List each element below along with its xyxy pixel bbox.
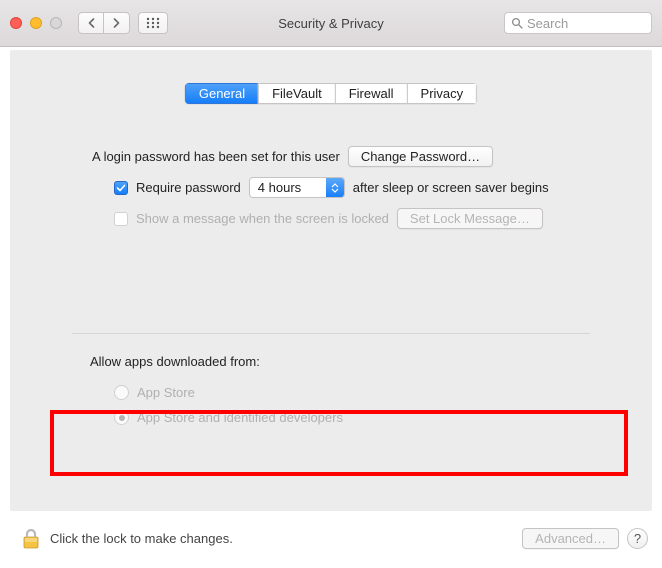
show-lock-message-checkbox	[114, 212, 128, 226]
allow-apps-option-appstore-label: App Store	[137, 385, 195, 400]
search-input[interactable]	[527, 16, 645, 31]
check-icon	[116, 183, 126, 193]
lock-icon[interactable]	[22, 528, 40, 550]
select-stepper-icon	[326, 178, 344, 197]
back-button[interactable]	[78, 12, 104, 34]
minimize-window-button[interactable]	[30, 17, 42, 29]
chevron-right-icon	[112, 18, 121, 28]
tab-filevault[interactable]: FileVault	[258, 83, 335, 104]
tab-general[interactable]: General	[185, 83, 258, 104]
show-lock-message-label: Show a message when the screen is locked	[136, 211, 389, 226]
general-panel: A login password has been set for this u…	[10, 86, 652, 425]
tab-privacy[interactable]: Privacy	[407, 83, 478, 104]
divider	[72, 333, 590, 334]
change-password-button[interactable]: Change Password…	[348, 146, 493, 167]
require-password-checkbox[interactable]	[114, 181, 128, 195]
require-password-delay-select[interactable]: 4 hours	[249, 177, 345, 198]
allow-apps-heading: Allow apps downloaded from:	[90, 354, 590, 369]
show-all-button[interactable]	[138, 12, 168, 34]
highlight-box	[50, 410, 628, 476]
window: Security & Privacy General FileVault Fir…	[0, 0, 662, 568]
radio-appstore	[114, 385, 129, 400]
set-lock-message-button: Set Lock Message…	[397, 208, 543, 229]
allow-apps-option-appstore: App Store	[114, 385, 590, 400]
require-password-post: after sleep or screen saver begins	[353, 180, 549, 195]
tabs: General FileVault Firewall Privacy	[185, 83, 477, 104]
grid-icon	[146, 17, 160, 29]
require-password-delay-value: 4 hours	[258, 180, 318, 195]
search-icon	[511, 17, 523, 29]
forward-button[interactable]	[104, 12, 130, 34]
help-button[interactable]: ?	[627, 528, 648, 549]
content-panel: General FileVault Firewall Privacy A log…	[10, 50, 652, 511]
tab-firewall[interactable]: Firewall	[335, 83, 407, 104]
footer: Click the lock to make changes. Advanced…	[0, 511, 662, 566]
close-window-button[interactable]	[10, 17, 22, 29]
lock-text: Click the lock to make changes.	[50, 531, 233, 546]
window-controls	[10, 17, 62, 29]
titlebar: Security & Privacy	[0, 0, 662, 47]
zoom-window-button	[50, 17, 62, 29]
login-password-text: A login password has been set for this u…	[92, 149, 340, 164]
search-field[interactable]	[504, 12, 652, 34]
nav-back-forward	[78, 12, 130, 34]
chevron-left-icon	[87, 18, 96, 28]
require-password-pre: Require password	[136, 180, 241, 195]
advanced-button: Advanced…	[522, 528, 619, 549]
